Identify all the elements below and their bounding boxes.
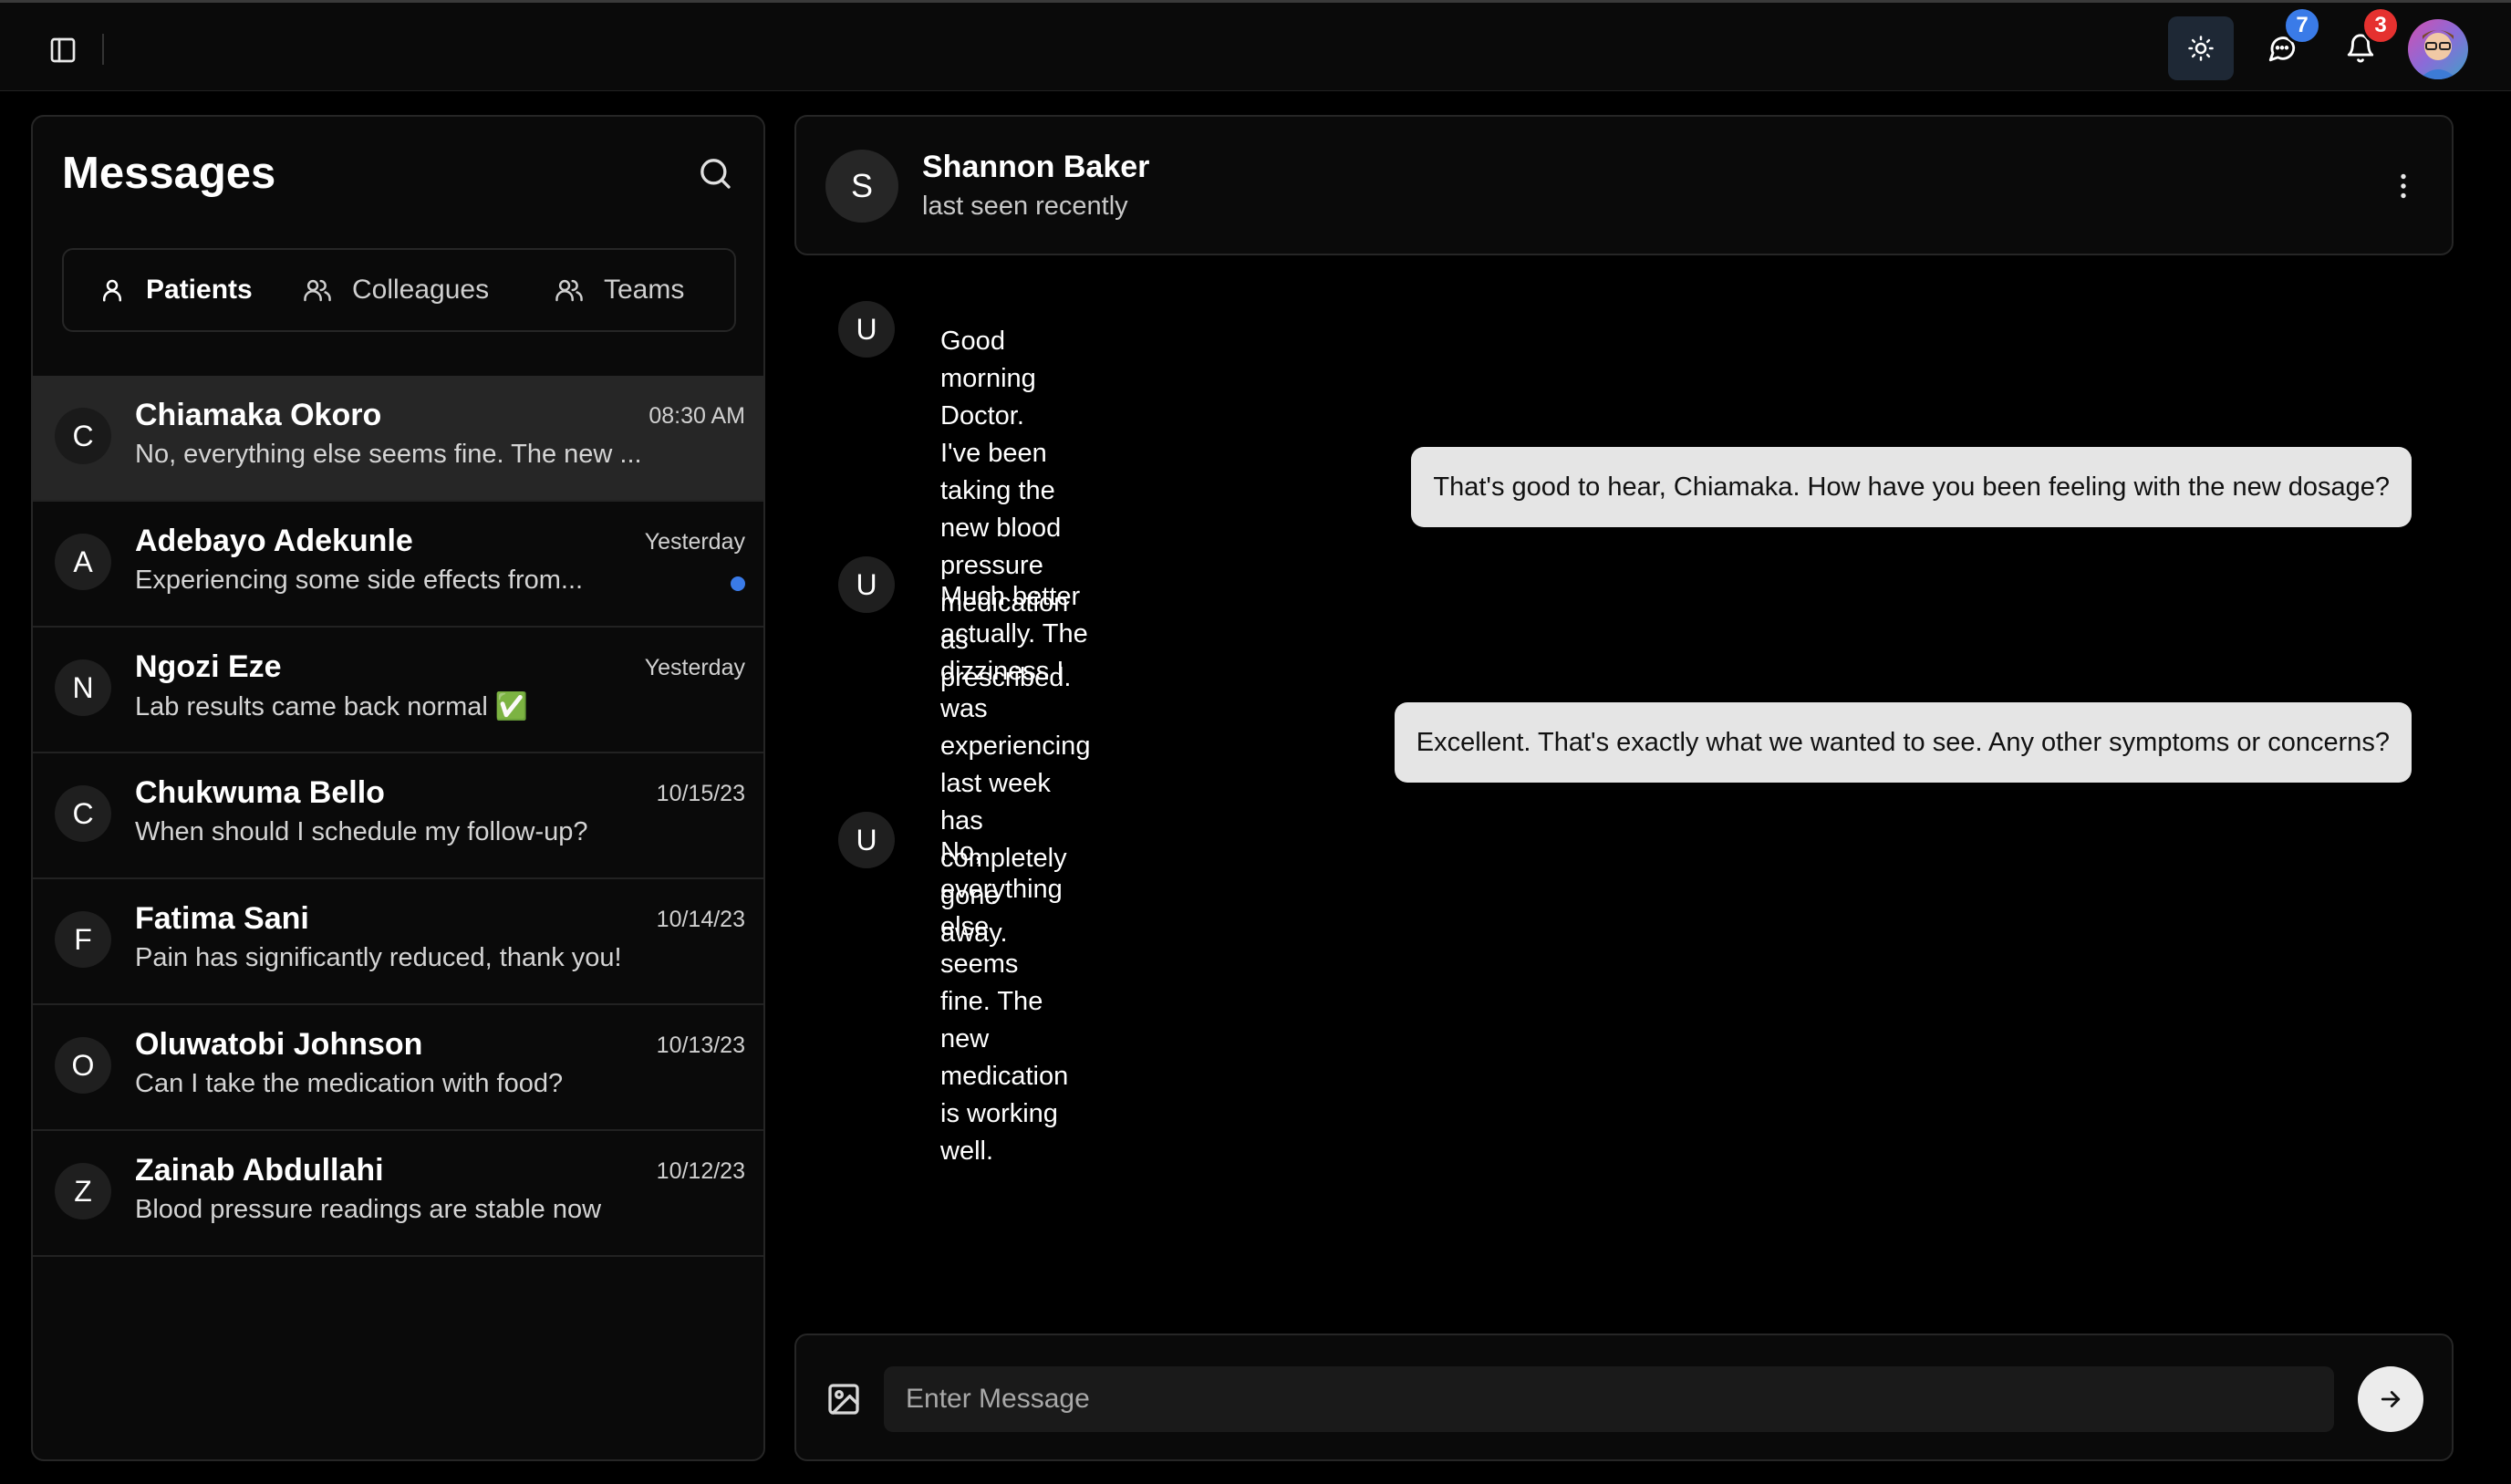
contact-name: Shannon Baker [922, 150, 1150, 184]
message-preview: Blood pressure readings are stable now [135, 1195, 602, 1224]
message-preview: Can I take the medication with food? [135, 1069, 564, 1098]
more-options-icon[interactable] [2387, 168, 2420, 204]
avatar: N [55, 659, 111, 716]
avatar: F [55, 911, 111, 968]
avatar: A [55, 534, 111, 590]
search-icon[interactable] [697, 155, 735, 193]
timestamp: Yesterday [644, 529, 745, 555]
conversation-item[interactable]: O Oluwatobi Johnson 10/13/23 Can I take … [33, 1005, 763, 1131]
outgoing-message: Excellent. That's exactly what we wanted… [1394, 702, 2412, 783]
timestamp: 10/13/23 [656, 1033, 745, 1058]
theme-toggle-button[interactable] [2168, 16, 2234, 80]
message-text: No, everything else seems fine. The new … [940, 834, 1068, 1170]
message-thread: U Good morning Doctor. I've been taking … [794, 274, 2454, 1323]
contact-name: Chukwuma Bello [135, 775, 385, 810]
category-tabs: Patients Colleagues Teams [62, 248, 736, 332]
sidebar-toggle-icon[interactable] [48, 36, 78, 65]
tab-colleagues[interactable]: Colleagues [303, 272, 489, 308]
user-icon [99, 276, 146, 304]
contact-name: Zainab Abdullahi [135, 1153, 384, 1188]
message-preview: When should I schedule my follow-up? [135, 817, 588, 846]
tab-label: Teams [604, 275, 685, 305]
timestamp: 10/12/23 [656, 1158, 745, 1184]
sun-icon [2187, 35, 2215, 62]
avatar: C [55, 785, 111, 842]
message-preview: No, everything else seems fine. The new … [135, 440, 642, 469]
outgoing-message: That's good to hear, Chiamaka. How have … [1411, 447, 2412, 527]
avatar: U [838, 812, 895, 868]
messages-count-badge: 7 [2283, 6, 2321, 45]
timestamp: 10/15/23 [656, 781, 745, 806]
contact-name: Ngozi Eze [135, 649, 282, 684]
notifications-count-badge: 3 [2361, 6, 2400, 45]
contact-avatar: S [825, 150, 898, 223]
tab-label: Colleagues [352, 275, 490, 305]
timestamp: 10/14/23 [656, 907, 745, 932]
conversation-item[interactable]: A Adebayo Adekunle Yesterday Experiencin… [33, 502, 763, 628]
message-composer [794, 1334, 2454, 1461]
conversation-item[interactable]: C Chiamaka Okoro 08:30 AM No, everything… [33, 376, 763, 502]
contact-status: last seen recently [922, 192, 1128, 221]
contact-name: Chiamaka Okoro [135, 398, 382, 432]
conversation-item[interactable]: C Chukwuma Bello 10/15/23 When should I … [33, 753, 763, 879]
conversation-item[interactable]: N Ngozi Eze Yesterday Lab results came b… [33, 628, 763, 753]
tab-label: Patients [146, 275, 253, 305]
user-avatar[interactable] [2408, 19, 2468, 79]
message-preview: Experiencing some side effects from... [135, 566, 584, 595]
chat-header: S Shannon Baker last seen recently [794, 115, 2454, 255]
tab-teams[interactable]: Teams [555, 272, 684, 308]
users-icon [303, 276, 352, 304]
message-preview: Pain has significantly reduced, thank yo… [135, 943, 622, 972]
avatar: O [55, 1037, 111, 1094]
message-input[interactable] [884, 1366, 2334, 1432]
avatar: C [55, 408, 111, 464]
conversations-panel: Messages Patients Colleagues Teams C Chi… [31, 115, 765, 1461]
arrow-right-icon [2377, 1385, 2404, 1413]
unread-indicator [731, 576, 745, 591]
timestamp: 08:30 AM [649, 403, 745, 429]
avatar: U [838, 556, 895, 613]
topbar-divider [102, 34, 104, 65]
timestamp: Yesterday [644, 655, 745, 680]
send-button[interactable] [2358, 1366, 2423, 1432]
avatar: U [838, 301, 895, 358]
image-attach-icon[interactable] [825, 1381, 862, 1417]
message-line: No, everything else seems fine. The new … [940, 837, 1069, 1166]
tab-patients[interactable]: Patients [99, 272, 253, 308]
users-icon [555, 276, 604, 304]
contact-name: Adebayo Adekunle [135, 524, 413, 558]
conversation-list: C Chiamaka Okoro 08:30 AM No, everything… [33, 376, 763, 1257]
contact-name: Fatima Sani [135, 901, 309, 936]
avatar: Z [55, 1163, 111, 1219]
conversation-item[interactable]: F Fatima Sani 10/14/23 Pain has signific… [33, 879, 763, 1005]
contact-name: Oluwatobi Johnson [135, 1027, 423, 1062]
top-bar: 7 3 [0, 0, 2511, 91]
message-preview: Lab results came back normal ✅ [135, 692, 529, 721]
conversation-item[interactable]: Z Zainab Abdullahi 10/12/23 Blood pressu… [33, 1131, 763, 1257]
panel-title: Messages [62, 149, 276, 198]
